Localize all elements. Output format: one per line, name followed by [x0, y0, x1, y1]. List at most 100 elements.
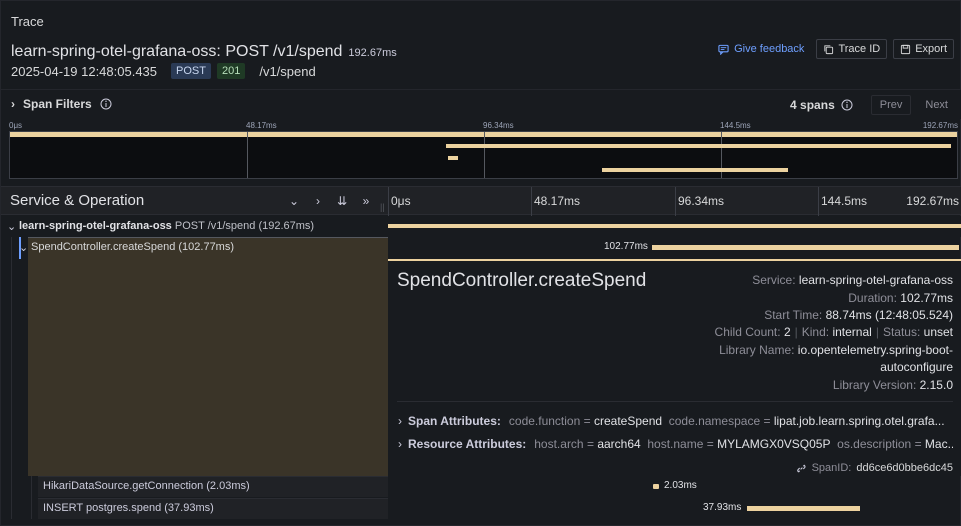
separator: |: [875, 325, 879, 339]
attr-eq: =: [583, 414, 591, 428]
kv-value: 2.15.0: [919, 378, 953, 392]
export-label: Export: [915, 43, 947, 55]
span-filters-label: Span Filters: [23, 97, 92, 111]
selected-span-tree-fill: [28, 259, 388, 476]
chevron-right-icon: ›: [11, 97, 15, 111]
detail-child-kind-status: Child Count: 2 | Kind: internal | Status: un…: [715, 325, 953, 339]
attr-eq: =: [586, 437, 594, 451]
timeline-gridline: [531, 187, 532, 216]
kv-key: Start Time:: [764, 308, 823, 322]
tree-guide: [11, 237, 12, 519]
span-bar: [747, 506, 860, 511]
span-id-key: SpanID:: [811, 462, 852, 474]
attr-value: MYLAMGX0VSQ05P: [717, 437, 831, 451]
attr-key: host.name: [647, 437, 704, 451]
info-icon: [100, 98, 112, 110]
attr-key: code.function: [508, 414, 581, 428]
timeline-tick: 144.5ms: [821, 194, 868, 208]
span-detail-panel: SpendController.createSpend Service: lea…: [388, 259, 961, 476]
column-resizer[interactable]: ||: [380, 202, 385, 212]
link-icon: [796, 464, 806, 472]
chevron-right-icon: ›: [398, 437, 402, 451]
trace-id-button[interactable]: Trace ID: [816, 39, 888, 59]
timeline-tick: 48.17ms: [534, 194, 581, 208]
attr-eq: =: [914, 437, 922, 451]
chevron-right-icon: ›: [398, 414, 402, 428]
minimap-tick: 48.17ms: [246, 121, 277, 130]
span-attributes-label: Span Attributes:: [408, 414, 501, 428]
operation-name: POST /v1/spend (192.67ms): [174, 220, 315, 232]
attr-key: host.arch: [534, 437, 584, 451]
collapse-one-icon[interactable]: ⌄: [288, 194, 300, 208]
kv-value: unset: [923, 325, 953, 339]
span-row-label: learn-spring-otel-grafana-oss POST /v1/s…: [19, 220, 314, 232]
header-actions: Give feedback Trace ID Export: [712, 39, 954, 59]
kv-value: internal: [832, 325, 872, 339]
detail-service: Service: learn-spring-otel-grafana-oss: [752, 273, 953, 287]
span-bar: [653, 484, 659, 489]
timeline-tick: 0μs: [391, 194, 411, 208]
span-detail-title: SpendController.createSpend: [397, 270, 647, 291]
minimap-ticks: 0μs 48.17ms 96.34ms 144.5ms 192.67ms: [9, 119, 958, 131]
expand-one-icon[interactable]: ›: [312, 194, 324, 208]
trace-duration: 192.67ms: [348, 47, 397, 59]
span-duration-label: 102.77ms: [604, 241, 648, 252]
attr-value: createSpend: [593, 414, 663, 428]
copy-icon: [824, 44, 834, 54]
span-nav: 4 spans Prev Next: [790, 95, 956, 115]
span-bar: [388, 224, 961, 228]
span-row-selected[interactable]: ⌄ SpendController.createSpend (102.77ms)…: [1, 237, 961, 259]
minimap-tick: 144.5ms: [720, 121, 751, 130]
give-feedback-link[interactable]: Give feedback: [712, 39, 810, 59]
attr-key: os.description: [837, 437, 912, 451]
minimap-gridline: [484, 132, 485, 178]
kv-key: Library Version:: [832, 378, 917, 392]
span-id[interactable]: SpanID: dd6ce6d0bbe6dc45: [796, 462, 953, 474]
kv-key: Kind:: [801, 325, 830, 339]
chevron-down-icon[interactable]: ⌄: [7, 220, 16, 233]
span-row[interactable]: HikariDataSource.getConnection (2.03ms) …: [1, 476, 961, 497]
span-row-root[interactable]: ⌄ learn-spring-otel-grafana-oss POST /v1…: [1, 216, 961, 237]
kv-value: autoconfigure: [880, 360, 953, 374]
kv-value: 88.74ms (12:48:05.524): [825, 308, 953, 322]
separator: |: [794, 325, 798, 339]
operation-name: HikariDataSource.getConnection (2.03ms): [43, 480, 250, 492]
span-id-value: dd6ce6d0bbe6dc45: [856, 462, 953, 474]
save-icon: [901, 44, 911, 54]
kv-value: io.opentelemetry.spring-boot-: [797, 343, 953, 357]
detail-library-name-cont: autoconfigure: [880, 360, 953, 374]
operation-name: INSERT postgres.spend (37.93ms): [43, 502, 214, 514]
give-feedback-label: Give feedback: [734, 43, 805, 55]
resource-attributes-toggle[interactable]: › Resource Attributes: host.arch = aarch64…: [398, 437, 953, 451]
minimap-canvas[interactable]: [9, 131, 958, 179]
method-badge: POST: [171, 63, 211, 79]
detail-library-version: Library Version: 2.15.0: [833, 378, 953, 392]
span-duration-label: 2.03ms: [664, 480, 697, 491]
service-name: learn-spring-otel-grafana-oss: [19, 220, 172, 232]
attr-key: code.namespace: [668, 414, 761, 428]
next-button[interactable]: Next: [917, 95, 956, 115]
minimap-gridline: [247, 132, 248, 178]
collapse-all-icon[interactable]: ⇊: [336, 194, 348, 208]
trace-title: learn-spring-otel-grafana-oss: POST /v1/…: [11, 43, 397, 61]
divider: [397, 401, 953, 402]
kv-value: 102.77ms: [900, 291, 953, 305]
detail-start-time: Start Time: 88.74ms (12:48:05.524): [764, 308, 953, 322]
spans-count-label: 4 spans: [790, 98, 835, 112]
prev-button[interactable]: Prev: [870, 95, 912, 115]
span-duration-label: 37.93ms: [703, 502, 742, 513]
timeline-gridline: [818, 187, 819, 216]
expand-all-icon[interactable]: »: [360, 194, 372, 208]
span-filters-toggle[interactable]: › Span Filters: [11, 97, 112, 111]
info-icon: [841, 99, 853, 111]
attr-eq: =: [763, 414, 771, 428]
span-attributes-toggle[interactable]: › Span Attributes: code.function = createS…: [398, 414, 953, 428]
operation-name: SpendController.createSpend (102.77ms): [31, 241, 235, 253]
export-button[interactable]: Export: [893, 39, 954, 59]
minimap-tick: 0μs: [9, 121, 23, 130]
trace-minimap[interactable]: 0μs 48.17ms 96.34ms 144.5ms 192.67ms: [9, 119, 958, 181]
trace-panel: Trace learn-spring-otel-grafana-oss: POS…: [0, 0, 961, 526]
span-row[interactable]: INSERT postgres.spend (37.93ms) 37.93ms: [1, 498, 961, 519]
chevron-down-icon[interactable]: ⌄: [19, 241, 28, 254]
comment-icon: [718, 44, 729, 55]
